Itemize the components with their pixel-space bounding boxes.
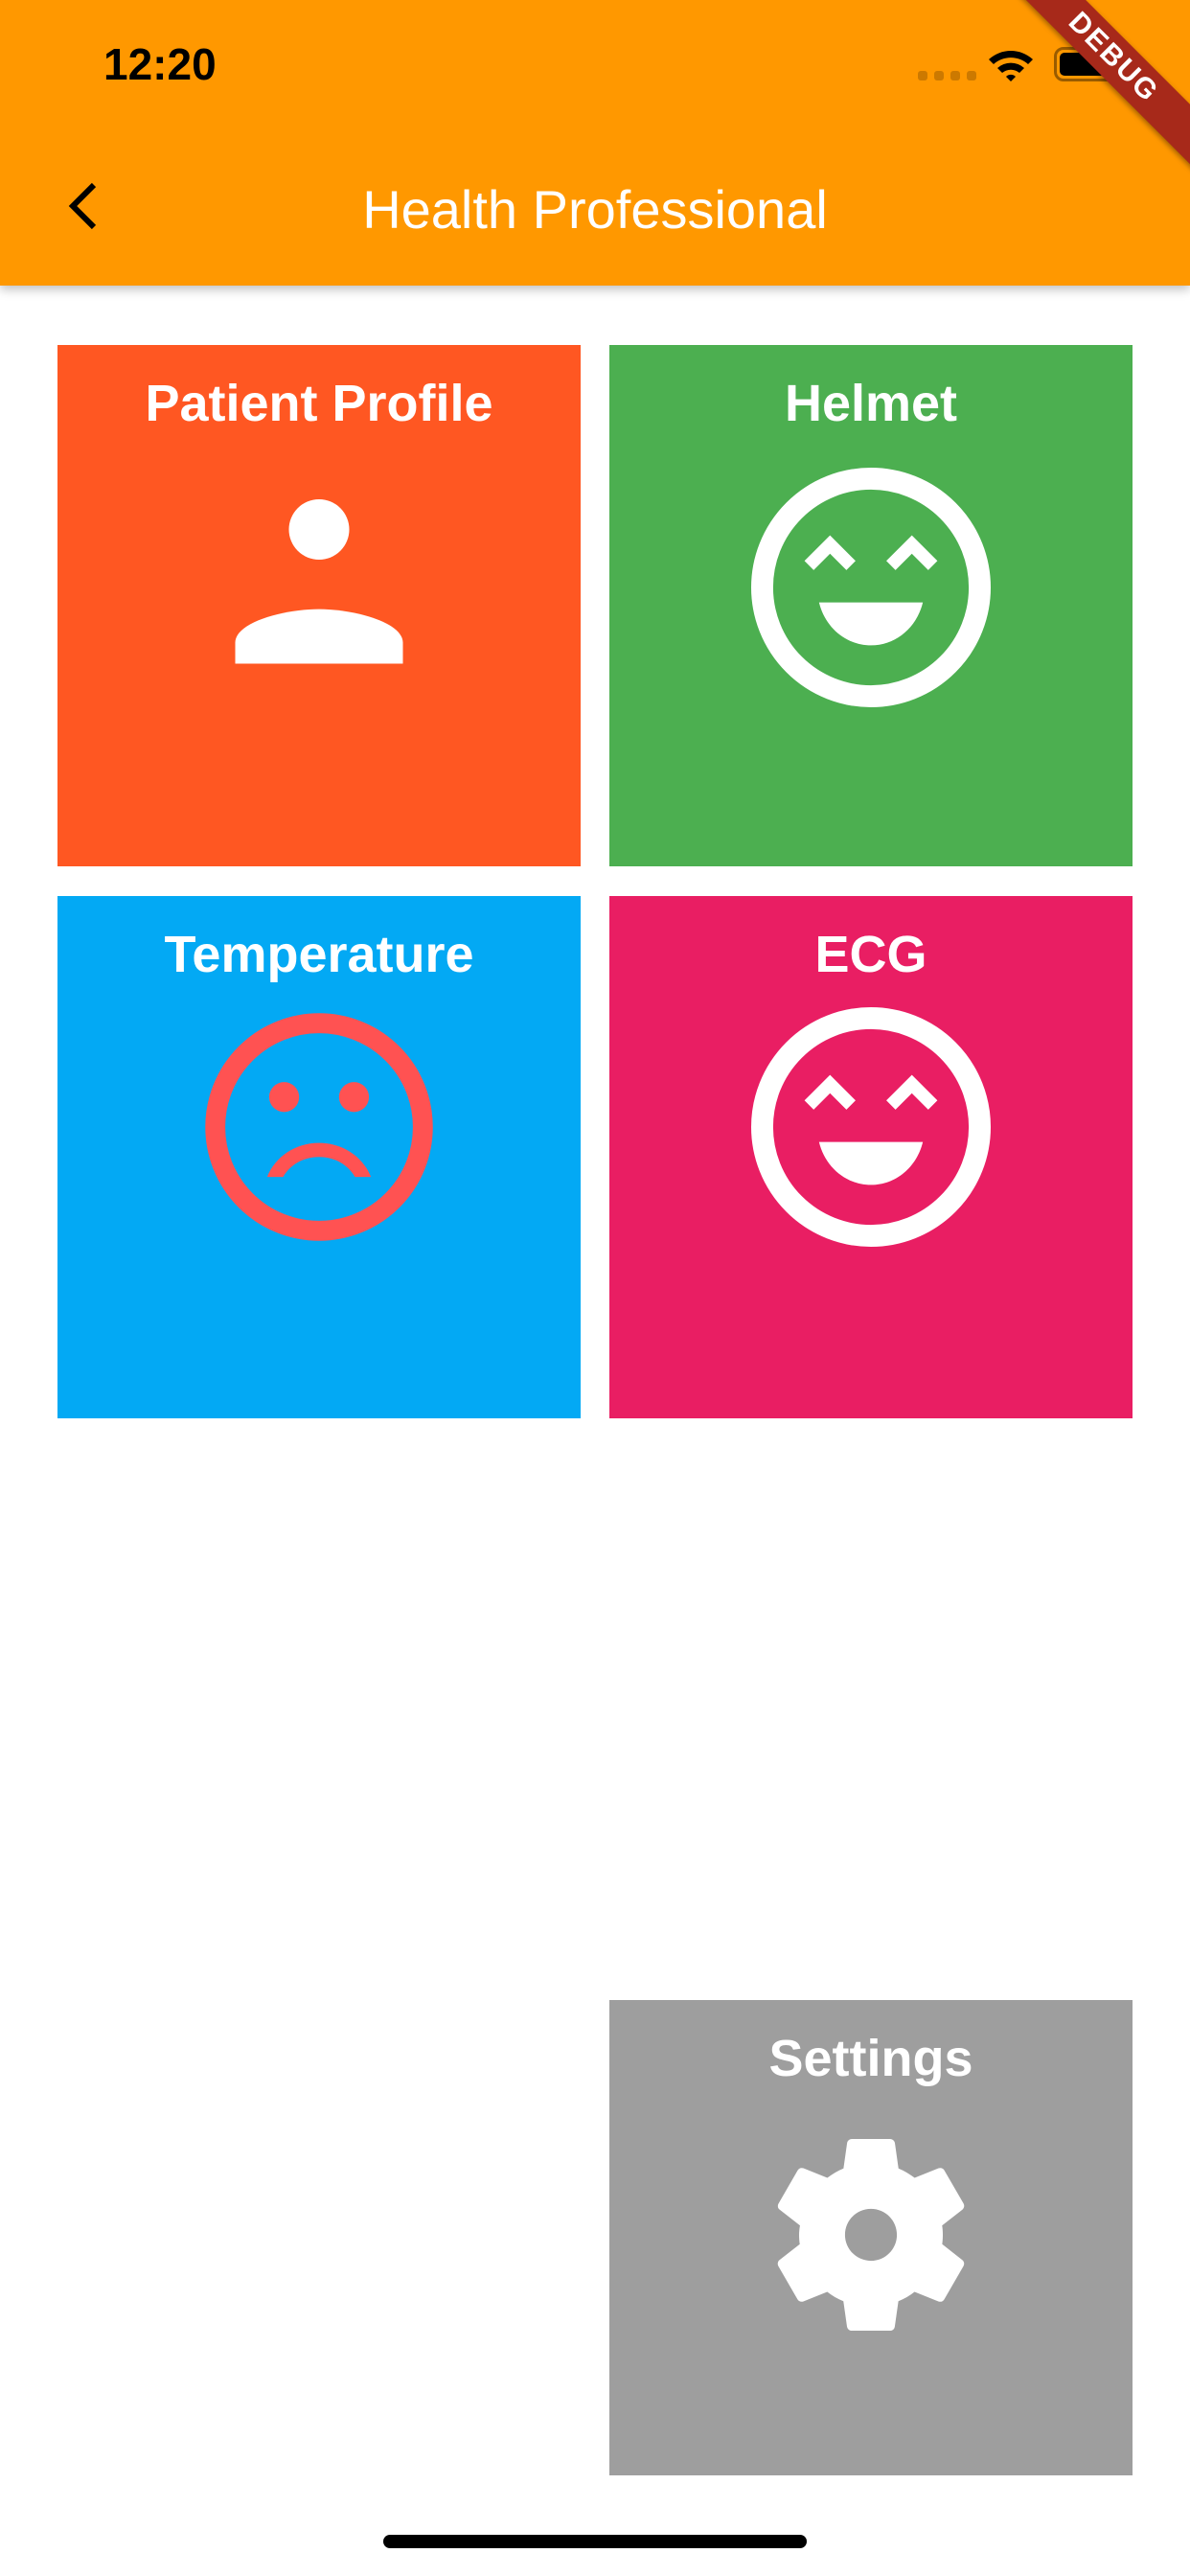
- tile-label: Temperature: [164, 926, 474, 983]
- tile-label: ECG: [814, 926, 927, 983]
- status-time: 12:20: [103, 39, 217, 89]
- helmet-tile[interactable]: Helmet: [609, 345, 1133, 866]
- ecg-tile[interactable]: ECG: [609, 896, 1133, 1418]
- gear-icon: [777, 2139, 965, 2331]
- tile-label: Settings: [768, 2030, 973, 2087]
- app-bar: 12:20 Health Professional: [0, 0, 1190, 286]
- dissatisfied-face-icon: [205, 1013, 433, 1241]
- tile-label: Helmet: [784, 375, 958, 432]
- home-indicator[interactable]: [383, 2535, 807, 2548]
- wifi-icon: [989, 51, 1033, 81]
- very-satisfied-face-icon: [751, 1007, 991, 1247]
- tile-label: Patient Profile: [145, 375, 493, 432]
- person-icon: [235, 499, 403, 664]
- page-title: Health Professional: [362, 179, 828, 240]
- patient-profile-tile[interactable]: Patient Profile: [57, 345, 581, 866]
- very-satisfied-face-icon: [751, 468, 991, 707]
- cellular-signal-icon: [918, 71, 976, 80]
- settings-tile[interactable]: Settings: [609, 2000, 1133, 2475]
- temperature-tile[interactable]: Temperature: [57, 896, 581, 1418]
